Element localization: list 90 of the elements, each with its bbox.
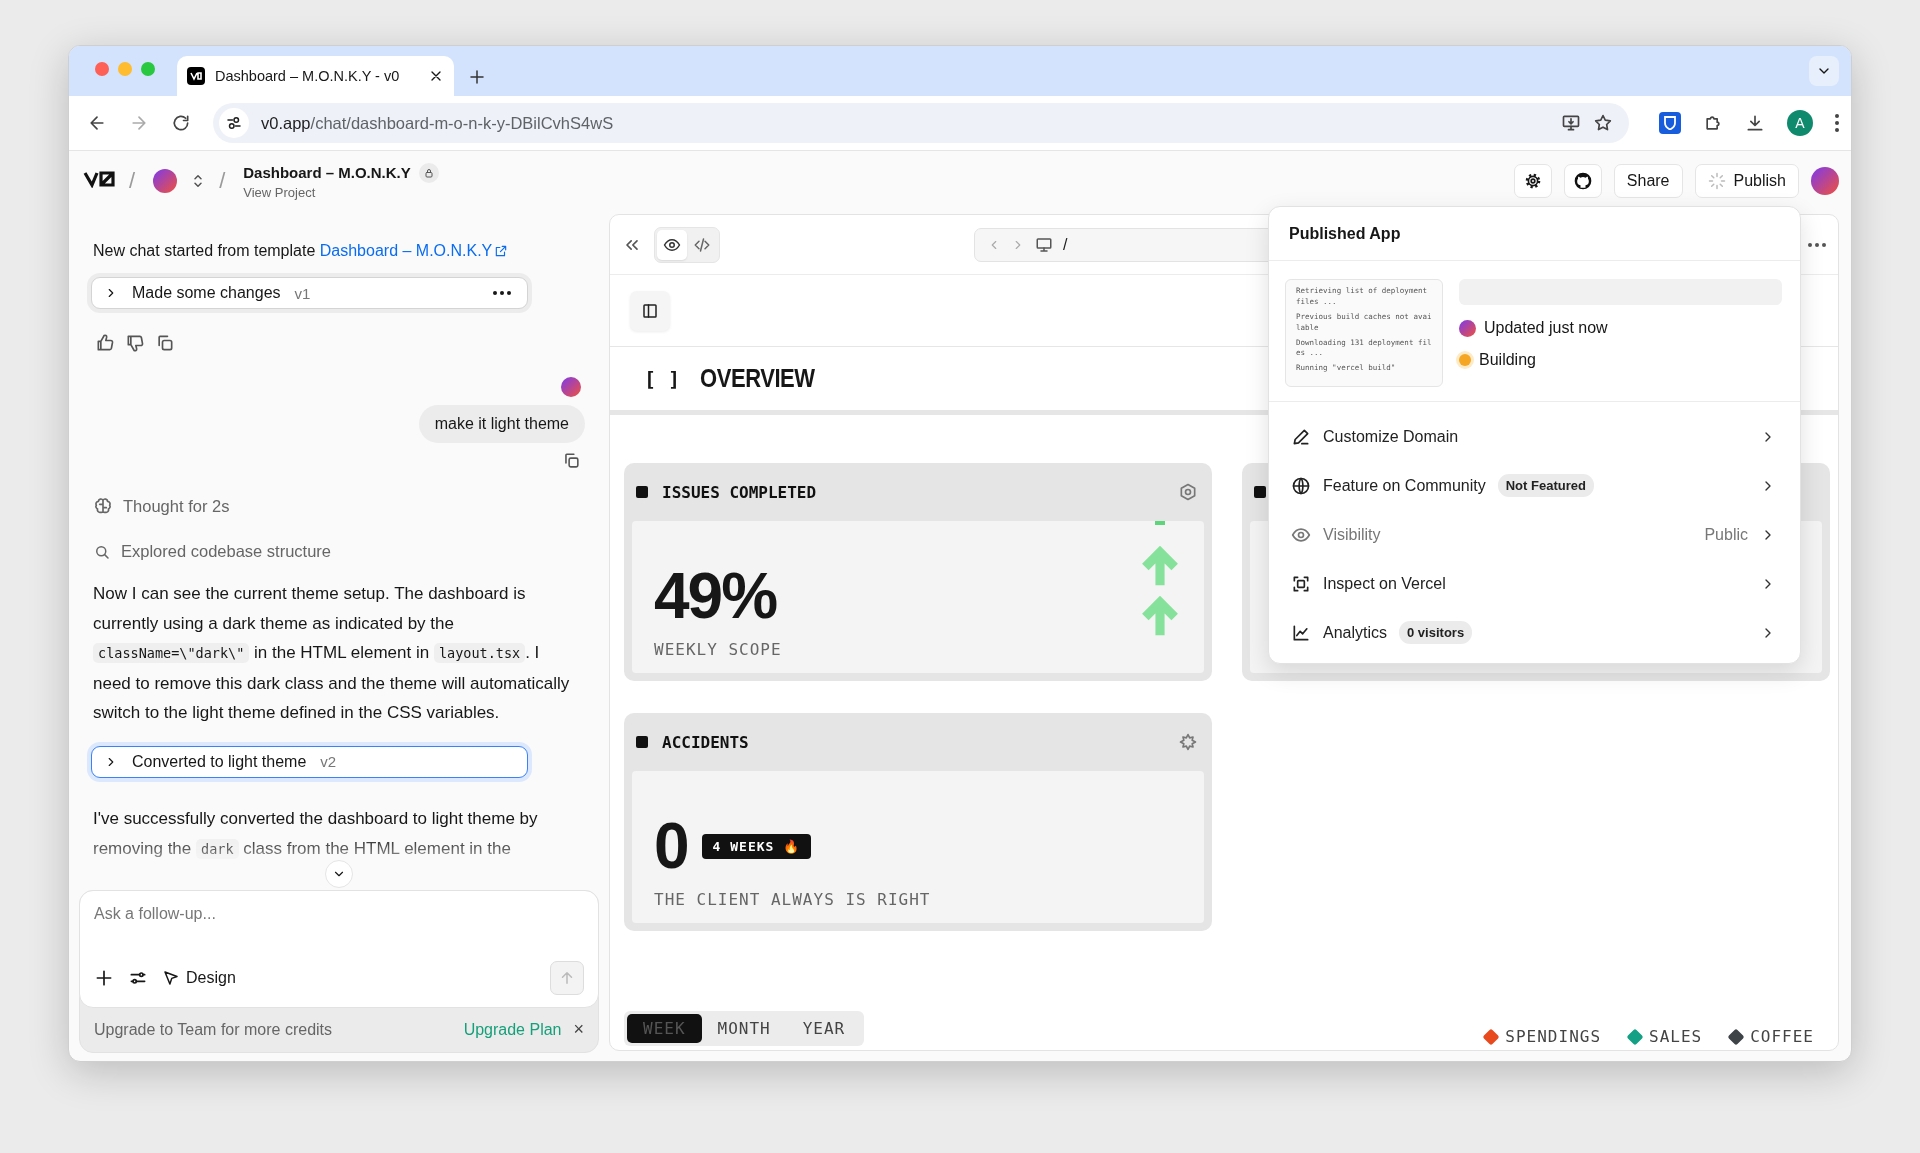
browser-tab[interactable]: Dashboard – M.O.N.K.Y - v0 (177, 56, 454, 96)
menu-item[interactable]: Inspect on Vercel (1269, 559, 1800, 608)
v-logo-icon (187, 67, 205, 85)
user-avatar (561, 377, 581, 398)
template-link[interactable]: Dashboard – M.O.N.K.Y (319, 239, 509, 263)
metric-value: 49% (654, 564, 777, 628)
cursor-icon (162, 969, 180, 987)
more-icon[interactable] (493, 291, 511, 296)
version-tag: v2 (320, 753, 337, 771)
menu-icon[interactable] (1835, 114, 1839, 132)
legend-label: COFFEE (1750, 1027, 1814, 1046)
follow-up-input[interactable]: Ask a follow-up... (94, 905, 584, 923)
streak-badge: 4 WEEKS 🔥 (701, 833, 812, 859)
tab-list-button[interactable] (1809, 56, 1839, 86)
sidebar-toggle-button[interactable] (630, 290, 670, 331)
hexagon-gear-icon (1178, 482, 1198, 502)
status-badge: 0 visitors (1399, 621, 1473, 644)
metric-value: 0 (654, 814, 688, 878)
monitor-icon (1035, 235, 1053, 254)
project-title: Dashboard – M.O.N.K.Y (243, 164, 411, 181)
card-title: ACCIDENTS (662, 732, 749, 752)
plus-icon (468, 68, 486, 86)
range-tab[interactable]: MONTH (701, 1014, 787, 1043)
status-text: Building (1479, 351, 1536, 369)
more-icon[interactable] (1808, 242, 1826, 247)
thought-label: Thought for 2s (123, 496, 230, 516)
user-avatar (1459, 319, 1476, 337)
download-icon (1745, 113, 1765, 133)
range-tab[interactable]: YEAR (786, 1014, 862, 1043)
pencil-icon (1291, 426, 1311, 447)
shield-icon[interactable] (1659, 112, 1681, 134)
version-title: Made some changes (132, 284, 281, 303)
thumbs-down-icon (125, 333, 145, 354)
address-bar[interactable]: v0.app/chat/dashboard-m-o-n-k-y-DBilCvhS4wS (213, 103, 1629, 143)
metric-caption: WEEKLY SCOPE (654, 640, 783, 659)
user-avatar[interactable] (1811, 167, 1839, 195)
plus-icon (94, 968, 114, 988)
globe-icon (1291, 475, 1311, 496)
copy-icon (155, 333, 175, 354)
square-icon (636, 486, 648, 498)
spinner-icon (1707, 172, 1726, 190)
message-composer[interactable]: Ask a follow-up... Design (79, 890, 599, 1008)
step-label: Explored codebase structure (121, 542, 332, 562)
legend-label: SPENDINGS (1505, 1027, 1602, 1046)
card-title: ISSUES COMPLETED (662, 482, 817, 502)
settings-button[interactable] (1513, 164, 1552, 198)
thumbs-up-icon (95, 333, 115, 354)
copy-icon (562, 451, 581, 471)
code-icon (693, 235, 711, 254)
attach-button[interactable] (94, 968, 114, 988)
profile-avatar[interactable]: A (1787, 110, 1813, 136)
install-icon (1561, 113, 1581, 133)
starburst-icon (1178, 732, 1198, 752)
repository-button[interactable] (1563, 164, 1602, 198)
site-settings-icon (225, 114, 243, 132)
bracket-label: [ ] (644, 366, 681, 391)
menu-item[interactable]: Feature on Community Not Featured (1269, 461, 1800, 510)
menu-item[interactable]: Visibility Public (1269, 510, 1800, 559)
square-icon (636, 736, 648, 748)
star-icon (1593, 113, 1613, 133)
popover-title: Published App (1269, 207, 1800, 261)
breadcrumb-separator: / (129, 168, 136, 194)
publish-button[interactable]: Publish (1694, 164, 1799, 198)
status-badge: Not Featured (1497, 474, 1594, 497)
menu-item[interactable]: Customize Domain (1269, 412, 1800, 461)
team-avatar[interactable] (153, 169, 178, 193)
preview-tab[interactable] (657, 229, 687, 260)
reload-icon (171, 113, 191, 133)
menu-value: Public (1704, 525, 1748, 544)
status-text: Updated just now (1484, 319, 1608, 337)
version-tag: v1 (294, 284, 311, 302)
user-message: make it light theme (418, 405, 585, 444)
section-title: OVERVIEW (700, 364, 815, 393)
legend-label: SALES (1649, 1027, 1703, 1046)
breadcrumb-separator: / (219, 168, 226, 194)
assistant-message: Now I can see the current theme setup. The dashboard is currently using a dark theme as indicated by the className=\"dark\" in the HTML element in layout.tsx . I need to remove this dark class and the theme will automatically switch to the light theme defined in the CSS variables. (93, 583, 571, 725)
view-project-link[interactable]: View Project (243, 184, 439, 200)
upgrade-text: Upgrade to Team for more credits (94, 1020, 333, 1039)
version-title: Converted to light theme (132, 752, 307, 771)
cat-logo-icon (1572, 171, 1593, 191)
metric-caption: THE CLIENT ALWAYS IS RIGHT (654, 890, 932, 909)
menu-item[interactable]: Analytics 0 visitors (1269, 608, 1800, 657)
dismiss-button[interactable]: × (573, 1019, 584, 1040)
square-icon (1254, 486, 1266, 498)
intro-text: New chat started from template Dashboard – M.O.N.K.Y (93, 239, 585, 263)
design-button[interactable]: Design (162, 969, 236, 987)
external-link-icon (494, 244, 509, 258)
puzzle-icon (1703, 113, 1723, 133)
sidebar-icon (641, 301, 659, 320)
share-button[interactable]: Share (1613, 164, 1683, 198)
